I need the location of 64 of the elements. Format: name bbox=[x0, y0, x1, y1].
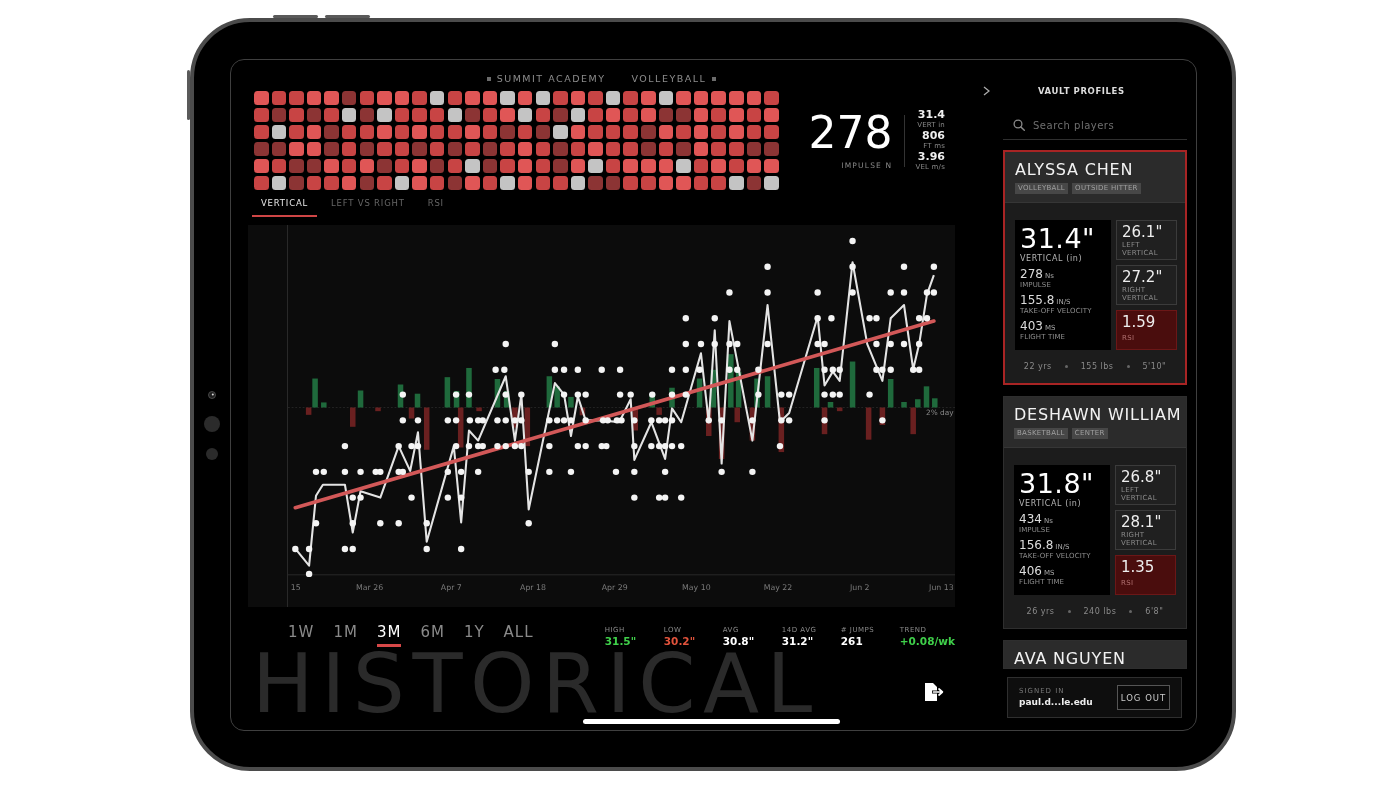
school-name: SUMMIT ACADEMY bbox=[496, 73, 606, 85]
metric-value: 403 bbox=[1020, 320, 1043, 333]
chart-tab[interactable]: RSI bbox=[418, 197, 453, 217]
search-field[interactable]: Search players bbox=[1003, 111, 1187, 140]
stat-value: 31.2" bbox=[781, 635, 814, 647]
chart-tab[interactable]: VERTICAL bbox=[252, 197, 318, 217]
metric-value: 278 bbox=[1020, 268, 1043, 281]
vertical-label: VERTICAL (in) bbox=[1019, 499, 1082, 509]
vertical-value: 31.8" bbox=[1019, 469, 1095, 499]
metric-value: 31.4 bbox=[917, 109, 945, 121]
stat-value: 30.8" bbox=[722, 635, 755, 647]
log-out-button[interactable]: LOG OUT bbox=[1117, 685, 1170, 710]
stat-value: 261 bbox=[840, 635, 863, 647]
profile-fact: 240 lbs bbox=[1083, 606, 1117, 618]
tile-value: 28.1" bbox=[1121, 514, 1162, 530]
range-tab[interactable]: 3M bbox=[376, 622, 402, 647]
range-tab[interactable]: ALL bbox=[503, 622, 534, 647]
metric-value: 3.96 bbox=[917, 151, 945, 163]
profile-fact: 26 yrs bbox=[1026, 606, 1055, 618]
stat-value: 31.5" bbox=[604, 635, 637, 647]
square-icon bbox=[486, 77, 491, 81]
impulse-value: 278 bbox=[808, 110, 893, 155]
account-email: paul.d...le.edu bbox=[1019, 697, 1093, 708]
player-name: AVA NGUYEN bbox=[1014, 650, 1127, 668]
dot-icon bbox=[1067, 610, 1071, 613]
tile-value: 26.8" bbox=[1121, 469, 1162, 485]
stat-value: 30.2" bbox=[663, 635, 696, 647]
tile-value: 1.59 bbox=[1122, 314, 1156, 330]
metric-value: 406 bbox=[1019, 565, 1042, 578]
panel-title: VAULT PROFILES bbox=[1038, 85, 1125, 98]
dot-icon bbox=[1064, 365, 1068, 368]
player-name: ALYSSA CHEN bbox=[1015, 161, 1135, 179]
vertical-label: VERTICAL (in) bbox=[1020, 254, 1083, 264]
range-tab[interactable]: 6M bbox=[420, 622, 445, 647]
side-key-icon bbox=[273, 15, 318, 18]
metric-value: 156.8 bbox=[1019, 539, 1054, 552]
profile-fact: 22 yrs bbox=[1023, 361, 1052, 373]
tile-value: 27.2" bbox=[1122, 269, 1163, 285]
player-name: DESHAWN WILLIAM bbox=[1014, 406, 1177, 424]
range-tab[interactable]: 1M bbox=[333, 622, 358, 647]
metric-value: 806 bbox=[922, 130, 945, 142]
tile-value: 26.1" bbox=[1122, 224, 1163, 240]
search-icon bbox=[1013, 119, 1025, 131]
profile-fact: 155 lbs bbox=[1080, 361, 1114, 373]
metric-value: 155.8 bbox=[1020, 294, 1055, 307]
square-icon bbox=[712, 77, 717, 81]
dot-icon bbox=[1126, 365, 1130, 368]
side-key-icon bbox=[325, 15, 370, 18]
profile-fact: 5'10" bbox=[1142, 361, 1167, 373]
export-icon[interactable] bbox=[924, 683, 944, 701]
metric-value: 434 bbox=[1019, 513, 1042, 526]
range-tab[interactable]: 1Y bbox=[463, 622, 485, 647]
stat-value: +0.08/wk bbox=[899, 635, 955, 647]
range-tab[interactable]: 1W bbox=[288, 622, 315, 647]
chart-tab[interactable]: LEFT VS RIGHT bbox=[322, 197, 414, 217]
profile-card[interactable]: AVA NGUYEN bbox=[1003, 640, 1187, 669]
tile-value: 1.35 bbox=[1121, 559, 1155, 575]
chevron-right-icon[interactable] bbox=[983, 86, 990, 96]
dot-icon bbox=[1129, 610, 1133, 613]
side-key-icon bbox=[187, 70, 190, 120]
vertical-value: 31.4" bbox=[1020, 224, 1096, 254]
sport-name: VOLLEYBALL bbox=[631, 73, 707, 85]
camera-icon bbox=[204, 391, 220, 460]
profile-fact: 6'8" bbox=[1145, 606, 1164, 618]
